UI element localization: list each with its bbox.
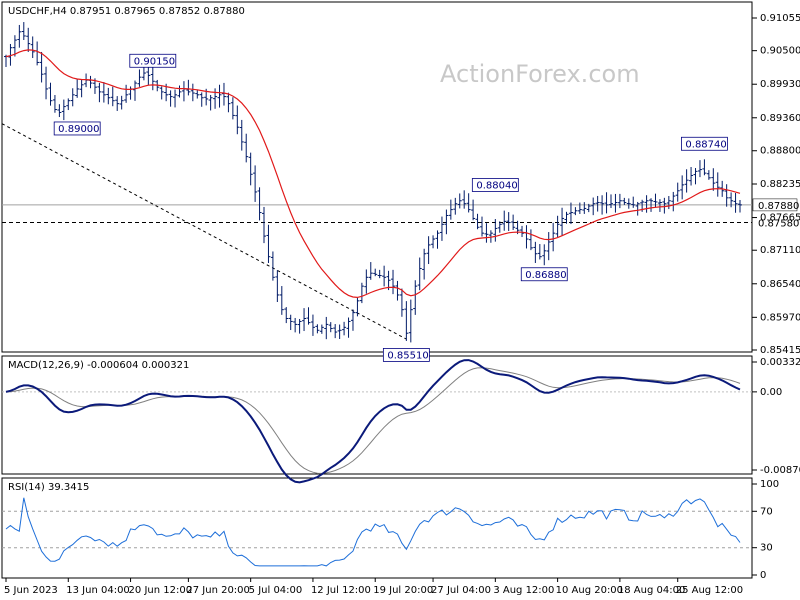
time-axis-label: 12 Jul 12:00 [311, 585, 371, 596]
annotation-label: 0.86880 [525, 270, 566, 281]
rsi-axis-label: 0 [760, 570, 766, 581]
time-axis-label: 13 Jun 04:00 [66, 585, 130, 596]
chart: ActionForex.com USDCHF,H4 0.87951 0.8796… [1, 1, 800, 596]
price-axis-label: 0.88235 [760, 179, 800, 190]
price-axis: 0.91055 0.90500 0.89930 0.89360 0.88800 0.882… [752, 13, 800, 356]
price-axis-label: 0.85970 [760, 312, 800, 323]
price-axis-label: 0.89360 [760, 113, 800, 124]
time-axis-label: 19 Jul 20:00 [373, 585, 433, 596]
current-price-label: 0.87880 [758, 201, 799, 212]
annotation-label: 0.89000 [58, 124, 99, 135]
time-axis-label: 5 Jul 04:00 [249, 585, 303, 596]
macd-axis-label: 0.00 [760, 387, 782, 398]
time-axis-label: 3 Aug 12:00 [493, 585, 554, 596]
rsi-axis-label: 70 [760, 506, 773, 517]
time-axis: 5 Jun 2023 13 Jun 04:0020 Jun 12:0027 Jun… [4, 578, 743, 596]
annotation-label: 0.88040 [476, 180, 517, 191]
annotation-label: 0.88740 [685, 139, 726, 150]
price-axis-label: 0.89930 [760, 79, 800, 90]
time-axis-label: 10 Aug 20:00 [556, 585, 623, 596]
price-axis-label: 0.91055 [760, 13, 800, 24]
rsi-axis-label: 30 [760, 543, 773, 554]
rsi-panel-frame [1, 477, 753, 579]
time-axis-label: 25 Aug 12:00 [676, 585, 743, 596]
price-axis-label: 0.87110 [760, 245, 800, 256]
instrument-header: USDCHF,H4 0.87951 0.87965 0.87852 0.8788… [8, 6, 245, 17]
macd-axis-label: 0.003328 [760, 357, 800, 368]
price-axis-label: 0.85415 [760, 345, 800, 356]
rsi-axis: 100 70 30 0 [752, 479, 779, 581]
annotation-label: 0.85510 [387, 350, 428, 361]
price-axis-label: 0.90500 [760, 46, 800, 57]
rsi-indicator-label: RSI(14) 39.3415 [8, 482, 89, 493]
price-panel-frame [1, 1, 753, 353]
macd-axis: 0.003328 0.00 -0.008707 [752, 357, 800, 476]
rsi-axis-label: 100 [760, 479, 779, 490]
macd-indicator-label: MACD(12,26,9) -0.000604 0.000321 [8, 360, 189, 371]
watermark: ActionForex.com [440, 60, 640, 88]
price-axis-label: 0.88800 [760, 146, 800, 157]
time-axis-label: 20 Jun 12:00 [129, 585, 193, 596]
price-axis-label: 0.87665 [760, 213, 800, 224]
time-axis-label: 27 Jul 04:00 [431, 585, 491, 596]
price-axis-label: 0.86540 [760, 279, 800, 290]
time-axis-label: 27 Jun 20:00 [186, 585, 250, 596]
macd-axis-label: -0.008707 [760, 465, 800, 476]
time-axis-label: 5 Jun 2023 [4, 585, 58, 596]
annotation-label: 0.90150 [134, 56, 175, 67]
